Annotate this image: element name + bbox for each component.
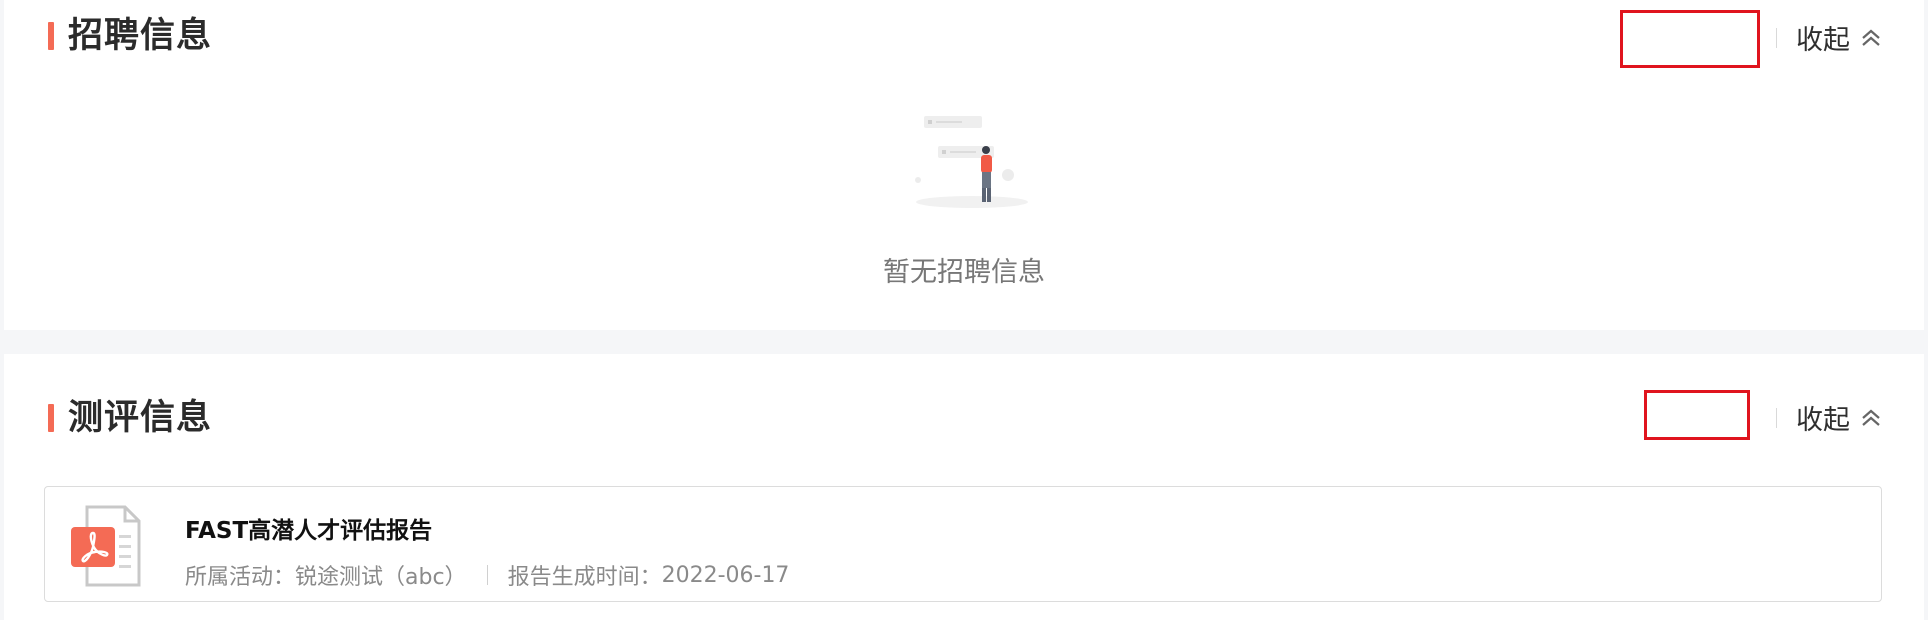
header-divider <box>1776 408 1777 428</box>
report-time-value: 2022-06-17 <box>661 562 790 588</box>
collapse-label: 收起 <box>1796 25 1850 56</box>
section-header: 招聘信息 收起 <box>44 0 1884 68</box>
section-title: 招聘信息 <box>68 16 213 56</box>
collapse-button[interactable]: 收起 <box>1796 398 1882 437</box>
report-time-label: 报告生成时间： <box>507 565 662 590</box>
pdf-file-icon <box>71 505 141 587</box>
section-accent-bar <box>48 22 54 50</box>
highlight-box <box>1644 390 1750 440</box>
empty-state-text: 暂无招聘信息 <box>883 257 1045 288</box>
highlight-box <box>1620 10 1760 68</box>
chevrons-up-icon <box>1862 409 1880 426</box>
collapse-button[interactable]: 收起 <box>1796 18 1882 57</box>
activity-value: 锐途测试（abc） <box>295 565 467 590</box>
section-accent-bar <box>48 404 54 432</box>
collapse-label: 收起 <box>1796 405 1850 436</box>
section-header: 测评信息 收起 <box>44 378 1884 440</box>
activity-label: 所属活动： <box>185 565 296 590</box>
chevrons-up-icon <box>1862 29 1880 46</box>
meta-divider <box>486 565 488 585</box>
report-card[interactable]: FAST高潜人才评估报告 所属活动： 锐途测试（abc） 报告生成时间： 202… <box>44 486 1882 602</box>
report-meta: 所属活动： 锐途测试（abc） 报告生成时间： 2022-06-17 <box>185 559 789 591</box>
report-title[interactable]: FAST高潜人才评估报告 <box>185 511 432 545</box>
assessment-section: 测评信息 收起 FAST高潜人才评估报告 所属活动： 锐途测试（abc） 报告生… <box>4 354 1924 620</box>
header-divider <box>1776 28 1777 48</box>
section-title: 测评信息 <box>68 398 213 438</box>
recruitment-section: 招聘信息 收起 暂无招聘信息 <box>4 0 1924 330</box>
empty-state-illustration <box>915 116 1028 208</box>
